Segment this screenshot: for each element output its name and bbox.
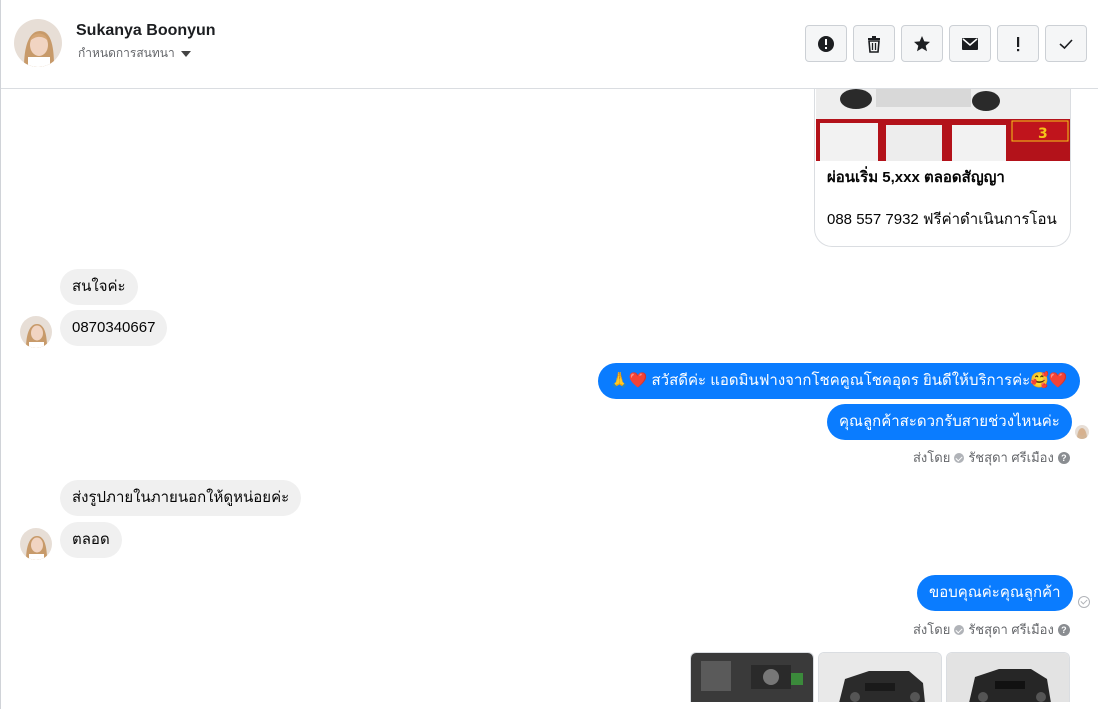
help-icon[interactable]: ? xyxy=(1057,451,1070,464)
alert-circle-icon xyxy=(818,35,834,52)
attachment-image[interactable] xyxy=(818,652,942,702)
verified-icon xyxy=(954,452,965,463)
sent-by-name: รัชสุดา ศรีเมือง xyxy=(968,622,1054,637)
check-icon xyxy=(1059,38,1073,49)
exclamation-icon xyxy=(1017,36,1020,51)
post-subtitle: 088 557 7932 ฟรีค่าดำเนินการโอน xyxy=(827,211,1057,228)
conversation-header: Sukanya Boonyun กำหนดการสนทนา xyxy=(1,0,1098,89)
conversation-settings-label: กำหนดการสนทนา xyxy=(78,46,175,60)
sent-by-info: ส่งโดย รัชสุดา ศรีเมือง ? xyxy=(913,619,1070,640)
incoming-message[interactable]: สนใจค่ะ xyxy=(60,269,138,305)
svg-text:3: 3 xyxy=(1038,126,1048,142)
header-actions xyxy=(805,25,1087,62)
caret-down-icon xyxy=(180,51,191,57)
mark-done-button[interactable] xyxy=(1045,25,1087,62)
shared-post-card[interactable]: 3 ผ่อนเริ่ม 5,xxx ตลอดสัญญา 088 557 7932… xyxy=(814,89,1071,247)
incoming-message[interactable]: ตลอด xyxy=(60,522,122,558)
envelope-icon xyxy=(962,37,978,50)
sent-by-label: ส่งโดย xyxy=(913,450,951,465)
trash-icon xyxy=(868,35,880,53)
incoming-message[interactable]: 0870340667 xyxy=(60,310,168,346)
sender-avatar xyxy=(20,528,52,560)
delivered-check-icon xyxy=(1078,596,1090,608)
post-title: ผ่อนเริ่ม 5,xxx ตลอดสัญญา xyxy=(827,169,1005,186)
incoming-message[interactable]: ส่งรูปภายในภายนอกให้ดูหน่อยค่ะ xyxy=(60,480,302,516)
post-image[interactable]: 3 xyxy=(816,89,1070,161)
spam-button[interactable] xyxy=(997,25,1039,62)
sent-by-label: ส่งโดย xyxy=(913,622,951,637)
report-button[interactable] xyxy=(805,25,847,62)
sent-by-info: ส่งโดย รัชสุดา ศรีเมือง ? xyxy=(913,447,1070,468)
sender-avatar xyxy=(20,316,52,348)
delete-button[interactable] xyxy=(853,25,895,62)
contact-name[interactable]: Sukanya Boonyun xyxy=(76,22,216,40)
outgoing-message[interactable]: 🙏❤️ สวัสดีค่ะ แอดมินฟางจากโชคคูณโชคอุดร … xyxy=(598,363,1080,399)
sent-by-name: รัชสุดา ศรีเมือง xyxy=(968,450,1054,465)
attachment-image[interactable] xyxy=(690,652,814,702)
outgoing-message[interactable]: คุณลูกค้าสะดวกรับสายช่วงไหนค่ะ xyxy=(827,404,1072,440)
conversation-settings-dropdown[interactable]: กำหนดการสนทนา xyxy=(78,44,191,63)
conversation-pane: Sukanya Boonyun กำหนดการสนทนา 3 ผ่อนเริ่… xyxy=(0,0,1098,709)
star-button[interactable] xyxy=(901,25,943,62)
help-icon[interactable]: ? xyxy=(1057,623,1070,636)
mark-unread-button[interactable] xyxy=(949,25,991,62)
verified-icon xyxy=(954,624,965,635)
read-receipt-avatar xyxy=(1075,425,1089,439)
star-icon xyxy=(914,35,930,51)
contact-avatar[interactable] xyxy=(14,19,62,67)
attachment-image[interactable] xyxy=(946,652,1070,702)
image-attachments xyxy=(690,652,1070,702)
outgoing-message[interactable]: ขอบคุณค่ะคุณลูกค้า xyxy=(917,575,1073,611)
